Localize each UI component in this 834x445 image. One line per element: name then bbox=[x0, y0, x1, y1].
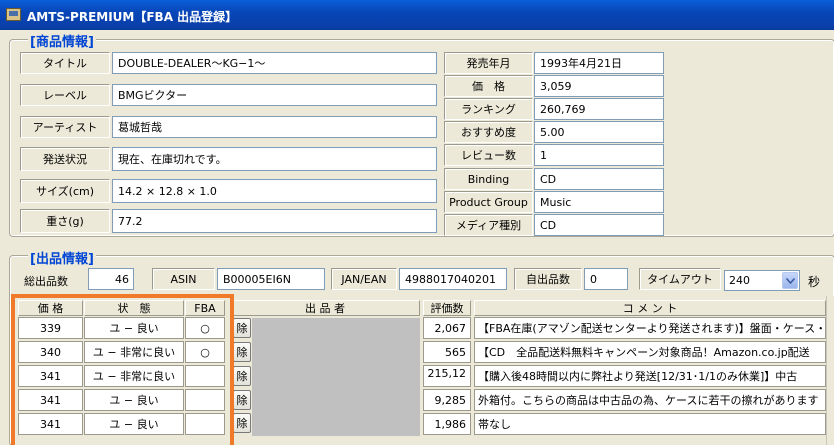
weight-field[interactable]: 77.2 bbox=[112, 209, 437, 233]
row-comment[interactable]: 【FBA在庫(アマゾン配送センターより発送されます)】盤面・ケース・ジ bbox=[474, 317, 826, 339]
row-price[interactable]: 339 bbox=[18, 317, 83, 339]
row-condition[interactable]: ユ − 良い bbox=[84, 317, 184, 339]
delete-button[interactable]: 除 bbox=[233, 366, 251, 386]
product-group-label: Product Group bbox=[444, 191, 533, 213]
row-condition[interactable]: ユ − 良い bbox=[84, 413, 184, 435]
binding-label: Binding bbox=[444, 168, 533, 190]
asin-field[interactable]: B00005EI6N bbox=[217, 268, 325, 290]
row-comment[interactable]: 帯なし bbox=[474, 413, 826, 435]
app-icon bbox=[6, 8, 21, 21]
release-date-label: 発売年月 bbox=[444, 52, 533, 74]
size-field[interactable]: 14.2 × 12.8 × 1.0 bbox=[112, 179, 437, 203]
size-label: サイズ(cm) bbox=[20, 179, 110, 203]
jan-label: JAN/EAN bbox=[331, 268, 397, 290]
media-type-label: メディア種別 bbox=[444, 214, 533, 236]
title-bar: AMTS-PREMIUM【FBA 出品登録】 bbox=[0, 0, 834, 30]
ranking-label: ランキング bbox=[444, 98, 533, 120]
artist-label: アーティスト bbox=[20, 116, 110, 138]
seller-name-redacted bbox=[252, 340, 420, 364]
row-rating[interactable]: 9,285 bbox=[423, 389, 471, 411]
shipping-status-field[interactable]: 現在、在庫切れです。 bbox=[112, 147, 437, 171]
delete-button[interactable]: 除 bbox=[233, 342, 251, 362]
media-type-field[interactable]: CD bbox=[534, 214, 664, 236]
recommend-label: おすすめ度 bbox=[444, 121, 533, 143]
self-listings-field[interactable]: 0 bbox=[584, 268, 628, 290]
row-comment[interactable]: 外箱付。こちらの商品は中古品の為、ケースに若干の擦れがあります bbox=[474, 389, 826, 411]
jan-field[interactable]: 4988017040201 bbox=[399, 268, 507, 290]
row-fba[interactable] bbox=[185, 413, 225, 435]
delete-button[interactable]: 除 bbox=[233, 390, 251, 410]
header-price: 価 格 bbox=[18, 300, 83, 316]
seller-name-redacted bbox=[252, 412, 420, 436]
row-price[interactable]: 340 bbox=[18, 341, 83, 363]
total-listings-label: 総出品数 bbox=[24, 275, 68, 288]
chevron-down-icon bbox=[785, 277, 795, 284]
timeout-unit: 秒 bbox=[808, 275, 821, 289]
self-listings-label: 自出品数 bbox=[514, 268, 582, 290]
row-condition[interactable]: ユ − 非常に良い bbox=[84, 365, 184, 387]
row-condition[interactable]: ユ − 非常に良い bbox=[84, 341, 184, 363]
seller-name-redacted bbox=[252, 318, 420, 340]
total-listings-field[interactable]: 46 bbox=[88, 268, 134, 290]
label-label: レーベル bbox=[20, 84, 110, 106]
row-price[interactable]: 341 bbox=[18, 365, 83, 387]
product-group-field[interactable]: Music bbox=[534, 191, 664, 213]
row-rating[interactable]: 1,986 bbox=[423, 413, 471, 435]
header-fba: FBA bbox=[185, 300, 225, 316]
seller-name-redacted bbox=[252, 388, 420, 412]
price-label: 価 格 bbox=[444, 75, 533, 97]
row-condition[interactable]: ユ − 良い bbox=[84, 389, 184, 411]
shipping-status-label: 発送状況 bbox=[20, 147, 110, 171]
row-rating[interactable]: 565 bbox=[423, 341, 471, 363]
title-label: タイトル bbox=[20, 52, 110, 74]
ranking-field[interactable]: 260,769 bbox=[534, 98, 664, 120]
row-rating[interactable]: 2,067 bbox=[423, 317, 471, 339]
delete-button[interactable]: 除 bbox=[233, 318, 251, 338]
header-condition: 状 態 bbox=[84, 300, 184, 316]
row-price[interactable]: 341 bbox=[18, 389, 83, 411]
product-section-title: [商品情報] bbox=[28, 31, 96, 50]
title-field[interactable]: DOUBLE-DEALER〜KG−1〜 bbox=[112, 52, 437, 74]
window-title: AMTS-PREMIUM【FBA 出品登録】 bbox=[27, 10, 238, 24]
header-rating: 評価数 bbox=[423, 300, 471, 316]
label-field[interactable]: BMGビクター bbox=[112, 84, 437, 106]
row-fba[interactable] bbox=[185, 389, 225, 411]
asin-label: ASIN bbox=[152, 268, 215, 290]
row-fba[interactable]: ○ bbox=[185, 317, 225, 339]
row-fba[interactable] bbox=[185, 365, 225, 387]
timeout-value: 240 bbox=[729, 274, 750, 287]
vertical-scrollbar[interactable] bbox=[826, 296, 834, 445]
timeout-label: タイムアウト bbox=[639, 268, 721, 290]
delete-button[interactable]: 除 bbox=[233, 413, 251, 433]
review-count-label: レビュー数 bbox=[444, 144, 533, 166]
listing-section-title: [出品情報] bbox=[28, 248, 96, 267]
artist-field[interactable]: 葛城哲哉 bbox=[112, 116, 437, 138]
header-comment: コ メ ン ト bbox=[474, 300, 826, 316]
row-fba[interactable]: ○ bbox=[185, 341, 225, 363]
recommend-field[interactable]: 5.00 bbox=[534, 121, 664, 143]
seller-name-redacted bbox=[252, 364, 420, 388]
price-field[interactable]: 3,059 bbox=[534, 75, 664, 97]
row-price[interactable]: 341 bbox=[18, 413, 83, 435]
binding-field[interactable]: CD bbox=[534, 168, 664, 190]
row-rating[interactable]: 215,12 bbox=[423, 365, 471, 387]
release-date-field[interactable]: 1993年4月21日 bbox=[534, 52, 664, 74]
row-comment[interactable]: 【購入後48時間以内に弊社より発送[12/31･1/1のみ休業]】中古 bbox=[474, 365, 826, 387]
review-count-field[interactable]: 1 bbox=[534, 144, 664, 166]
timeout-select[interactable]: 240 bbox=[724, 270, 800, 291]
dropdown-button[interactable] bbox=[782, 272, 798, 289]
header-seller: 出 品 者 bbox=[230, 300, 420, 316]
row-comment[interactable]: 【CD 全品配送料無料キャンペーン対象商品！Amazon.co.jp配送 bbox=[474, 341, 826, 363]
weight-label: 重さ(g) bbox=[20, 209, 110, 233]
